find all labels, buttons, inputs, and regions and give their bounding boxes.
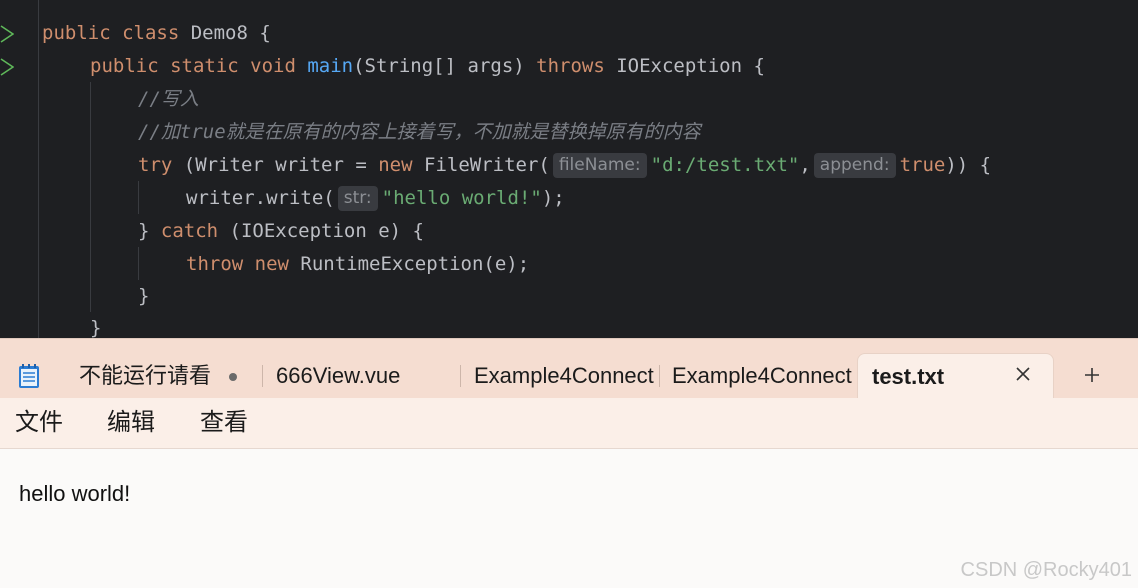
code-token: RuntimeException(e); (300, 253, 530, 275)
code-line: //写入 (138, 83, 199, 116)
tab-separator (262, 365, 263, 387)
code-token: } (138, 220, 161, 242)
code-token: (String[] args) (353, 55, 537, 77)
menu-file[interactable]: 文件 (15, 406, 63, 440)
code-token: FileWriter( (424, 154, 550, 176)
tab-example4connection[interactable]: Example4Connection (474, 353, 654, 399)
code-editor[interactable]: public class Demo8 { public static void … (0, 0, 1138, 338)
code-line: writer.write(str: "hello world!"); (186, 182, 565, 215)
indent-guide (138, 181, 139, 214)
code-line: } (138, 280, 149, 313)
code-token: , (799, 154, 811, 176)
tab-separator (460, 365, 461, 387)
code-line: public class Demo8 { (42, 17, 271, 50)
indent-guide (90, 82, 91, 312)
code-token: "hello world!" (381, 187, 542, 209)
code-line: throw new RuntimeException(e); (186, 248, 529, 281)
parameter-hint: str: (337, 186, 378, 211)
document-text: hello world! (19, 481, 131, 506)
tab-bar: 不能运行请看 666View.vue Example4Connection Ex… (0, 338, 1138, 399)
tab-label: 不能运行请看 (79, 363, 212, 388)
parameter-hint: fileName: (552, 153, 647, 178)
code-token: true (899, 154, 946, 176)
code-line: try (Writer writer = new FileWriter(file… (138, 149, 991, 182)
tab-unsaved[interactable]: 不能运行请看 (79, 353, 214, 399)
tab-separator (659, 365, 660, 387)
code-line: } catch (IOException e) { (138, 215, 424, 248)
code-line: //加true就是在原有的内容上接着写，不加就是替换掉原有的内容 (138, 116, 701, 149)
code-token: } (90, 317, 102, 338)
tab-label: Example4Connection (672, 363, 852, 388)
tab-example4connection-2[interactable]: Example4Connection (672, 353, 852, 399)
text-editor-area[interactable]: hello world! CSDN @Rocky401 (0, 449, 1138, 588)
code-token: (IOException e) { (229, 220, 424, 242)
code-line: public static void main(String[] args) t… (90, 50, 765, 83)
menu-edit[interactable]: 编辑 (107, 406, 155, 440)
menu-view[interactable]: 查看 (200, 406, 248, 440)
code-token: public class (42, 22, 191, 44)
code-token: main (307, 55, 354, 77)
menu-bar: 文件 编辑 查看 (0, 398, 1138, 449)
code-token: )) { (945, 154, 992, 176)
tab-label: 666View.vue (276, 363, 401, 388)
notepad-window: 不能运行请看 666View.vue Example4Connection Ex… (0, 338, 1138, 588)
code-token: //加true就是在原有的内容上接着写，不加就是替换掉原有的内容 (138, 121, 701, 143)
tab-label: test.txt (872, 364, 945, 389)
parameter-hint: append: (813, 153, 896, 178)
code-token: "d:/test.txt" (650, 154, 800, 176)
code-token: Demo8 { (190, 22, 271, 44)
code-token: writer.write( (186, 187, 335, 209)
code-token: throw new (186, 253, 301, 275)
run-triangle-icon[interactable] (0, 25, 14, 43)
run-triangle-icon[interactable] (0, 58, 14, 76)
tab-666view[interactable]: 666View.vue (276, 353, 451, 399)
new-tab-plus-icon[interactable] (1080, 363, 1104, 387)
code-token: } (138, 285, 150, 307)
code-line: } (90, 312, 101, 338)
code-token: ); (541, 187, 565, 209)
code-token: catch (160, 220, 230, 242)
indent-guide (138, 247, 139, 280)
unsaved-dot-icon (229, 373, 237, 381)
gutter-divider (38, 0, 39, 338)
tab-label: Example4Connection (474, 363, 654, 388)
code-token: (Writer writer = (183, 154, 379, 176)
code-token: new (378, 154, 424, 176)
code-token: public static void (90, 55, 308, 77)
close-icon[interactable] (1014, 365, 1032, 383)
notepad-icon (18, 363, 40, 389)
watermark: CSDN @Rocky401 (960, 559, 1132, 581)
code-token: //写入 (138, 88, 199, 110)
code-token: try (138, 154, 184, 176)
code-token: throws (536, 55, 617, 77)
code-token: IOException { (616, 55, 765, 77)
